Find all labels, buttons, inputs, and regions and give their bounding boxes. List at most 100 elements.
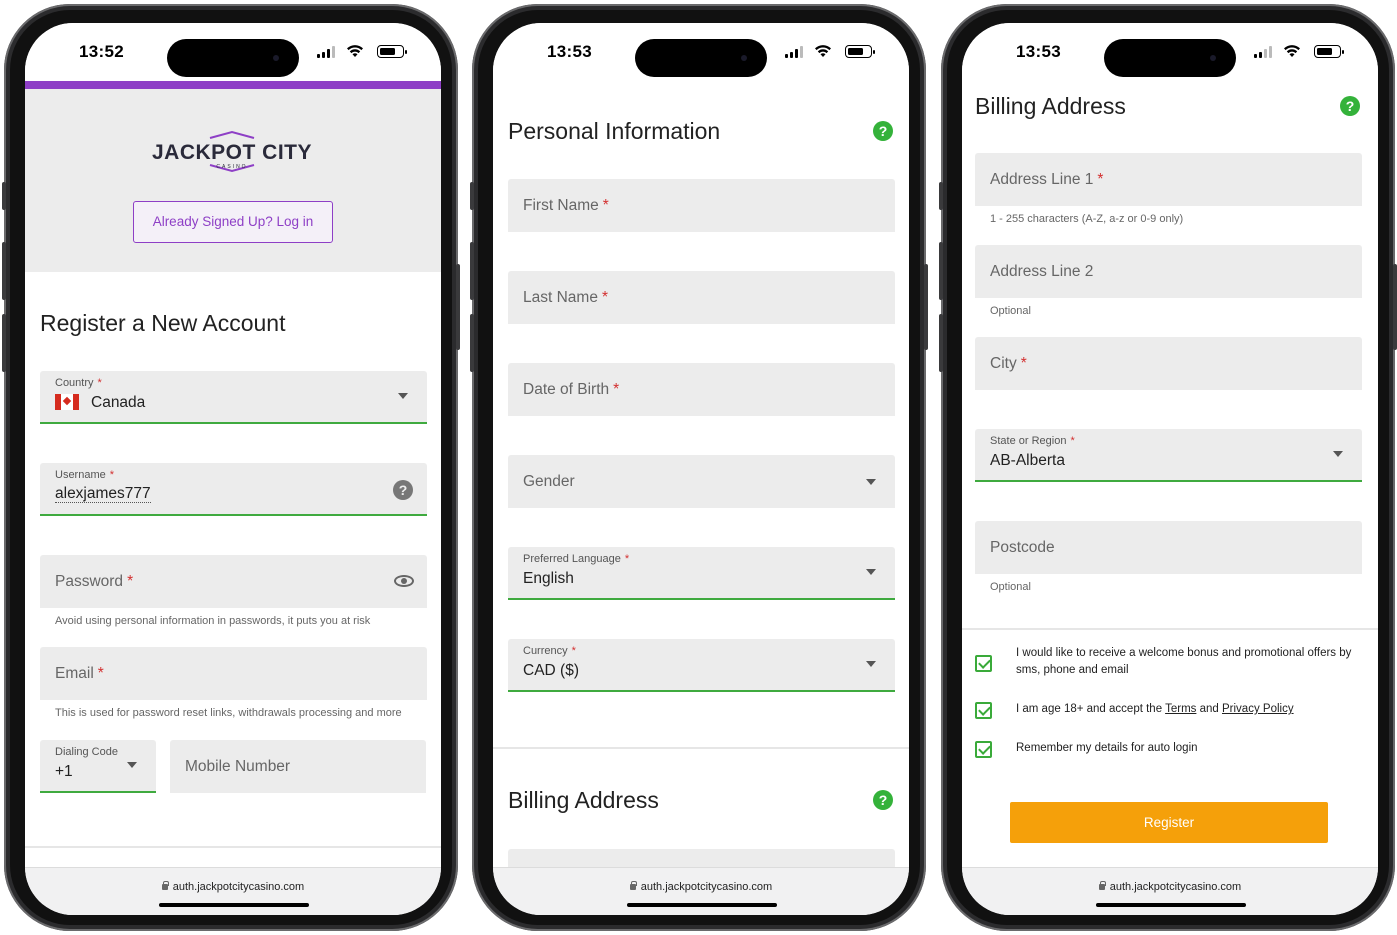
username-field[interactable]: Username * alexjames777 ? [40,463,427,516]
country-select[interactable]: Country * Canada [40,371,427,424]
home-indicator [1096,903,1246,907]
register-button[interactable]: Register [1010,802,1328,843]
email-placeholder: Email * [55,665,104,682]
country-label: Country * [55,377,102,389]
date-of-birth-field[interactable]: Date of Birth * [508,363,895,416]
logo-subtext: CASINO [216,164,248,170]
show-password-eye-icon[interactable] [394,575,414,587]
age-terms-checkbox[interactable] [975,702,992,719]
wifi-icon [815,45,831,57]
language-value: English [523,570,574,587]
currency-select[interactable]: Currency * CAD ($) [508,639,895,692]
lock-icon [629,881,637,890]
age-consent-text: I am age 18+ and accept the Terms and Pr… [1016,701,1366,718]
section-title-billing: Billing Address [508,787,659,813]
first-name-field[interactable]: First Name * [508,179,895,232]
address1-placeholder: Address Line 1 * [990,171,1104,188]
address-line-1-field[interactable]: Address Line 1 * [975,153,1362,206]
state-value: AB-Alberta [990,452,1065,469]
help-icon[interactable]: ? [873,121,893,141]
privacy-policy-link[interactable]: Privacy Policy [1222,703,1294,715]
city-field[interactable]: City * [975,337,1362,390]
status-bar: 13:53 [493,23,909,81]
address1-helper: 1 - 255 characters (A-Z, a-z or 0-9 only… [990,213,1184,225]
signal-icon [785,46,805,58]
state-region-select[interactable]: State or Region * AB-Alberta [975,429,1362,482]
logo-text: JACKPOT CITY [152,141,313,164]
postcode-helper: Optional [990,581,1031,593]
age-consent-and: and [1199,703,1219,715]
register-button-label: Register [1143,815,1195,830]
address-line-2-field[interactable]: Address Line 2 [975,245,1362,298]
url-text-wrap: auth.jackpotcitycasino.com [962,881,1378,893]
url-text-wrap: auth.jackpotcitycasino.com [493,881,909,893]
status-time: 13:53 [547,42,592,61]
promo-consent-text: I would like to receive a welcome bonus … [1016,647,1352,676]
mobile-number-field[interactable]: Mobile Number [170,740,426,793]
password-helper: Avoid using personal information in pass… [55,615,371,627]
gender-placeholder: Gender [523,473,575,490]
last-name-placeholder: Last Name * [523,289,608,306]
email-field[interactable]: Email * [40,647,427,700]
chevron-down-icon [1333,451,1343,457]
lock-icon [1098,881,1106,890]
currency-value: CAD ($) [523,662,579,679]
battery-icon [845,45,875,58]
phone-frame-2: 13:53 Personal Information ? First Name *… [470,4,928,931]
mobile-placeholder: Mobile Number [185,758,291,775]
password-field[interactable]: Password * [40,555,427,608]
country-value: Canada [91,394,146,411]
divider [25,846,441,848]
screen-billing: 13:53 Billing Address ? Address Line 1 * … [962,23,1378,915]
dynamic-island [1104,39,1236,77]
home-indicator [159,903,309,907]
status-bar: 13:52 [25,23,441,81]
password-placeholder: Password * [55,573,134,590]
phone-frame-3: 13:53 Billing Address ? Address Line 1 * … [939,4,1397,931]
header-area [25,89,441,272]
promo-checkbox[interactable] [975,655,992,672]
lock-icon [161,881,169,890]
username-label: Username * [55,469,115,481]
city-placeholder: City * [990,355,1027,372]
signal-icon [1254,46,1274,58]
screen-register: 13:52 JACKPOT CITY CASINO Already Signed… [25,23,441,915]
logo: JACKPOT CITY CASINO [152,129,312,175]
address2-helper: Optional [990,305,1031,317]
last-name-field[interactable]: Last Name * [508,271,895,324]
postcode-placeholder: Postcode [990,539,1055,556]
help-icon[interactable]: ? [393,480,413,500]
age-consent-prefix: I am age 18+ and accept the [1016,703,1163,715]
username-value: alexjames777 [55,485,151,503]
remember-checkbox[interactable] [975,741,992,758]
postcode-field[interactable]: Postcode [975,521,1362,574]
dynamic-island [167,39,299,77]
login-button[interactable]: Already Signed Up? Log in [133,201,333,243]
screen-personal-info: 13:53 Personal Information ? First Name *… [493,23,909,915]
battery-icon [377,45,407,58]
currency-label: Currency * [523,645,576,657]
browser-url-bar[interactable]: auth.jackpotcitycasino.com [493,867,909,915]
dialing-code-label: Dialing Code [55,746,118,758]
gender-select[interactable]: Gender [508,455,895,508]
help-icon[interactable]: ? [873,790,893,810]
remember-consent-text: Remember my details for auto login [1016,742,1198,754]
dob-placeholder: Date of Birth * [523,381,620,398]
email-helper: This is used for password reset links, w… [55,707,402,719]
canada-flag-icon [55,394,79,410]
terms-link[interactable]: Terms [1165,703,1196,715]
url-text-wrap: auth.jackpotcitycasino.com [25,881,441,893]
address2-placeholder: Address Line 2 [990,263,1094,280]
url-text: auth.jackpotcitycasino.com [172,881,305,893]
chevron-down-icon [866,479,876,485]
preferred-language-select[interactable]: Preferred Language * English [508,547,895,600]
phone-frame-1: 13:52 JACKPOT CITY CASINO Already Signed… [2,4,460,931]
battery-icon [1314,45,1344,58]
chevron-down-icon [866,569,876,575]
help-icon[interactable]: ? [1340,96,1360,116]
chevron-down-icon [866,661,876,667]
dialing-code-select[interactable]: Dialing Code +1 [40,740,156,793]
browser-url-bar[interactable]: auth.jackpotcitycasino.com [25,867,441,915]
browser-url-bar[interactable]: auth.jackpotcitycasino.com [962,867,1378,915]
dialing-code-value: +1 [55,763,73,780]
